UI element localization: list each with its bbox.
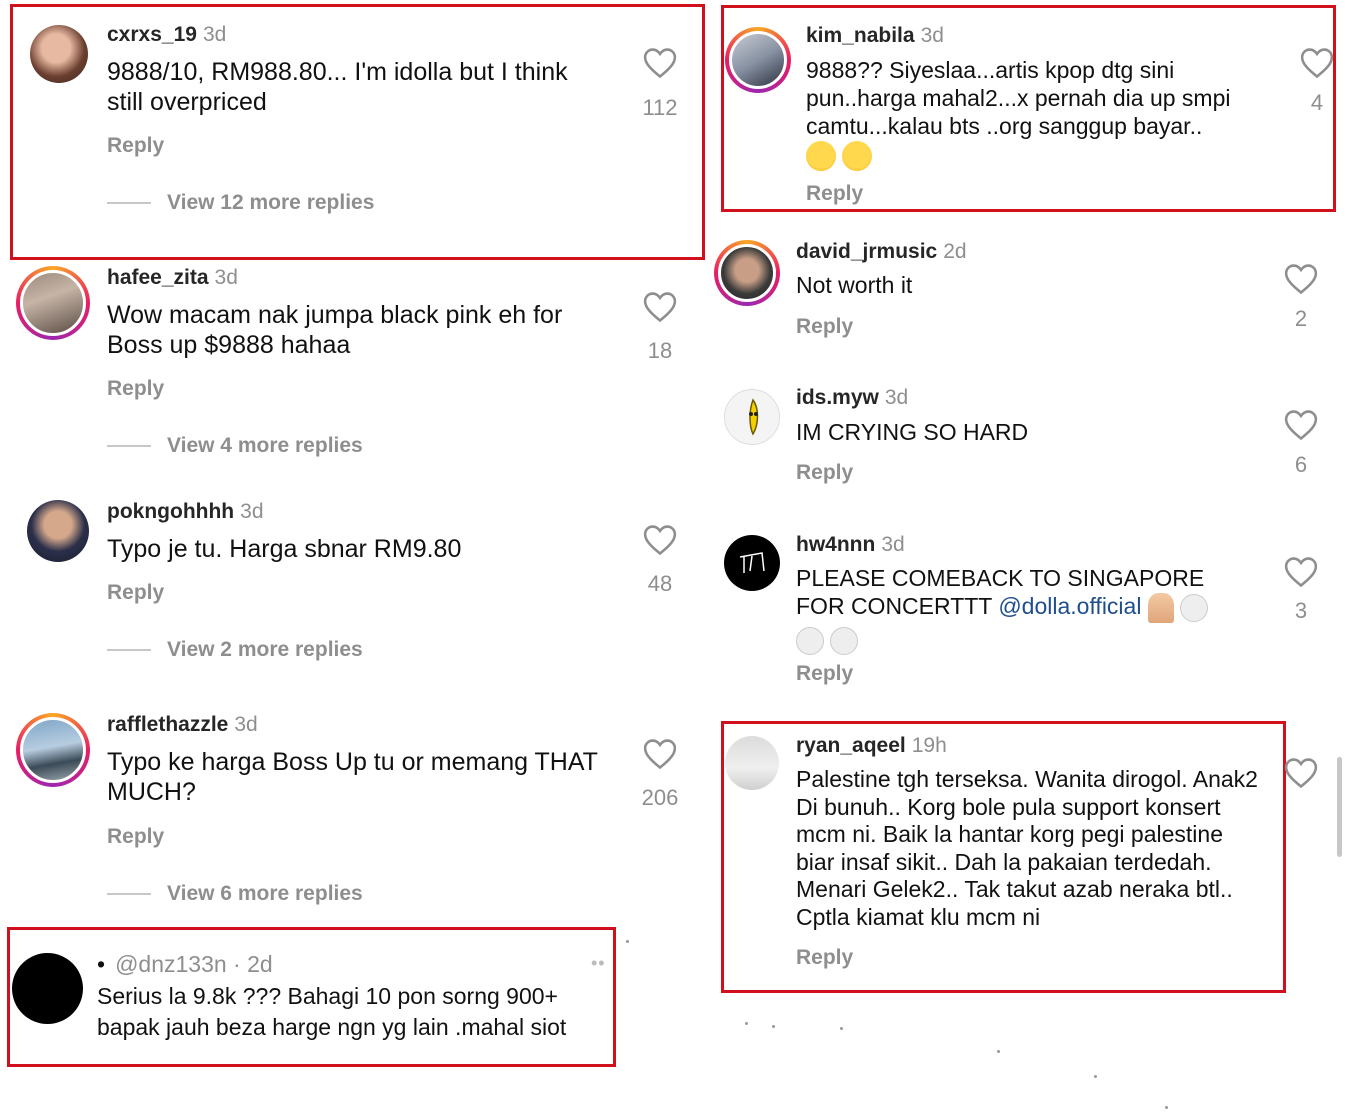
sketch-logo-icon [739, 552, 765, 573]
reply-button[interactable]: Reply [796, 946, 853, 970]
comment-username[interactable]: rafflethazzle 3d [107, 713, 258, 737]
reply-button[interactable]: Reply [806, 182, 863, 206]
white-heart-emoji-icon [1180, 593, 1209, 622]
avatar-rafflethazzle[interactable] [16, 713, 90, 787]
comment-text: Wow macam nak jumpa black pink eh for Bo… [107, 301, 563, 359]
artifact-dot [745, 1022, 748, 1025]
heart-outline-icon[interactable] [1284, 409, 1318, 441]
comment-text: Palestine tgh terseksa. Wanita dirogol. … [796, 766, 1258, 930]
comment-time: 3d [214, 266, 238, 289]
avatar-cxrxs[interactable] [30, 25, 88, 83]
comment-time: 3d [240, 500, 264, 523]
comment-text: IM CRYING SO HARD [796, 419, 1029, 445]
artifact-dot [840, 1027, 843, 1030]
comment-time: 3d [202, 23, 227, 46]
artifact-dot [1165, 1106, 1168, 1109]
reply-button[interactable]: Reply [107, 377, 164, 401]
comment-time: 3d [884, 386, 909, 409]
like-count: 4 [1310, 90, 1324, 115]
comment-time: 2d [943, 240, 967, 263]
heart-outline-icon[interactable] [1284, 757, 1318, 789]
thread-line [107, 893, 151, 896]
heart-outline-icon[interactable] [1284, 556, 1318, 588]
comment-text: Serius la 9.8k ??? Bahagi 10 pon sorng 9… [97, 983, 567, 1040]
thread-line [107, 649, 151, 652]
like-count: 2 [1294, 306, 1308, 331]
thread-line [107, 445, 151, 448]
artifact-dot [1094, 1075, 1097, 1078]
reply-button[interactable]: Reply [107, 134, 164, 158]
laughing-emoji-icon [842, 140, 873, 171]
heart-outline-icon[interactable] [1284, 263, 1318, 295]
avatar-pokngohhhh[interactable] [27, 500, 89, 562]
comment-text: Not worth it [796, 272, 913, 298]
artifact-dot [772, 1025, 775, 1028]
praying-hands-emoji-icon [1147, 592, 1174, 623]
comment-username[interactable]: cxrxs_19 3d [107, 23, 226, 47]
comment-username[interactable]: ryan_aqeel 19h [796, 734, 947, 758]
artifact-dot [997, 1050, 1000, 1053]
view-more-replies[interactable]: View 6 more replies [107, 882, 363, 906]
avatar-ryan-aqeel[interactable] [725, 736, 779, 790]
like-count: 48 [647, 571, 673, 596]
comment-time: 19h [911, 734, 947, 757]
heart-outline-icon[interactable] [643, 738, 677, 770]
like-count: 18 [647, 338, 673, 363]
avatar-hafee-zita[interactable] [16, 266, 90, 340]
comment-username[interactable]: hafee_zita 3d [107, 266, 238, 290]
heart-outline-icon[interactable] [643, 524, 677, 556]
comment-text: Typo je tu. Harga sbnar RM9.80 [107, 535, 462, 563]
avatar-david-jrmusic[interactable] [714, 240, 780, 306]
view-more-replies[interactable]: View 2 more replies [107, 638, 363, 662]
more-options-icon[interactable]: •• [591, 953, 606, 974]
reply-button[interactable]: Reply [107, 581, 164, 605]
white-heart-emoji-icon [796, 626, 824, 655]
comment-text: 9888?? Siyeslaa...artis kpop dtg sini pu… [806, 56, 1286, 171]
reply-button[interactable]: Reply [796, 461, 853, 485]
reply-button[interactable]: Reply [796, 662, 853, 686]
reply-button[interactable]: Reply [796, 315, 853, 339]
view-more-replies[interactable]: View 4 more replies [107, 434, 363, 458]
comment-text: PLEASE COMEBACK TO SINGAPORE FOR CONCERT… [796, 564, 1246, 655]
view-more-replies[interactable]: View 12 more replies [107, 191, 374, 215]
thread-line [107, 202, 151, 205]
comment-time: 3d [881, 533, 905, 556]
comment-username[interactable]: hw4nnn 3d [796, 533, 905, 557]
comment-handle[interactable]: • @dnz133n · 2d [97, 951, 273, 978]
comment-username[interactable]: kim_nabila 3d [806, 24, 944, 48]
avatar-hw4nnn[interactable] [724, 535, 780, 591]
like-count: 3 [1294, 598, 1308, 623]
heart-outline-icon[interactable] [643, 291, 677, 323]
avatar-dnz133n[interactable] [12, 953, 83, 1024]
artifact-dot [626, 940, 629, 943]
laughing-emoji-icon [806, 140, 836, 171]
comment-username[interactable]: ids.myw 3d [796, 386, 908, 410]
comment-username[interactable]: david_jrmusic 2d [796, 240, 967, 264]
reply-button[interactable]: Reply [107, 825, 164, 849]
like-count: 112 [642, 95, 678, 120]
avatar-ids-myw[interactable] [724, 389, 780, 445]
mention-link[interactable]: @dolla.official [998, 593, 1141, 619]
bullet: • [97, 951, 106, 977]
comment-username[interactable]: pokngohhhh 3d [107, 500, 264, 524]
comment-time: 3d [234, 713, 258, 736]
comment-text: 9888/10, RM988.80... I'm idolla but I th… [107, 58, 568, 116]
avatar-kim-nabila[interactable] [725, 27, 791, 93]
heart-outline-icon[interactable] [643, 47, 677, 79]
comment-text: Typo ke harga Boss Up tu or memang THAT … [107, 748, 598, 806]
white-heart-emoji-icon [830, 626, 859, 655]
comment-time: 3d [920, 24, 944, 47]
banana-icon [749, 398, 759, 436]
like-count: 206 [641, 785, 679, 810]
heart-outline-icon[interactable] [1300, 47, 1334, 79]
scrollbar-thumb[interactable] [1337, 757, 1342, 857]
like-count: 6 [1294, 452, 1308, 477]
